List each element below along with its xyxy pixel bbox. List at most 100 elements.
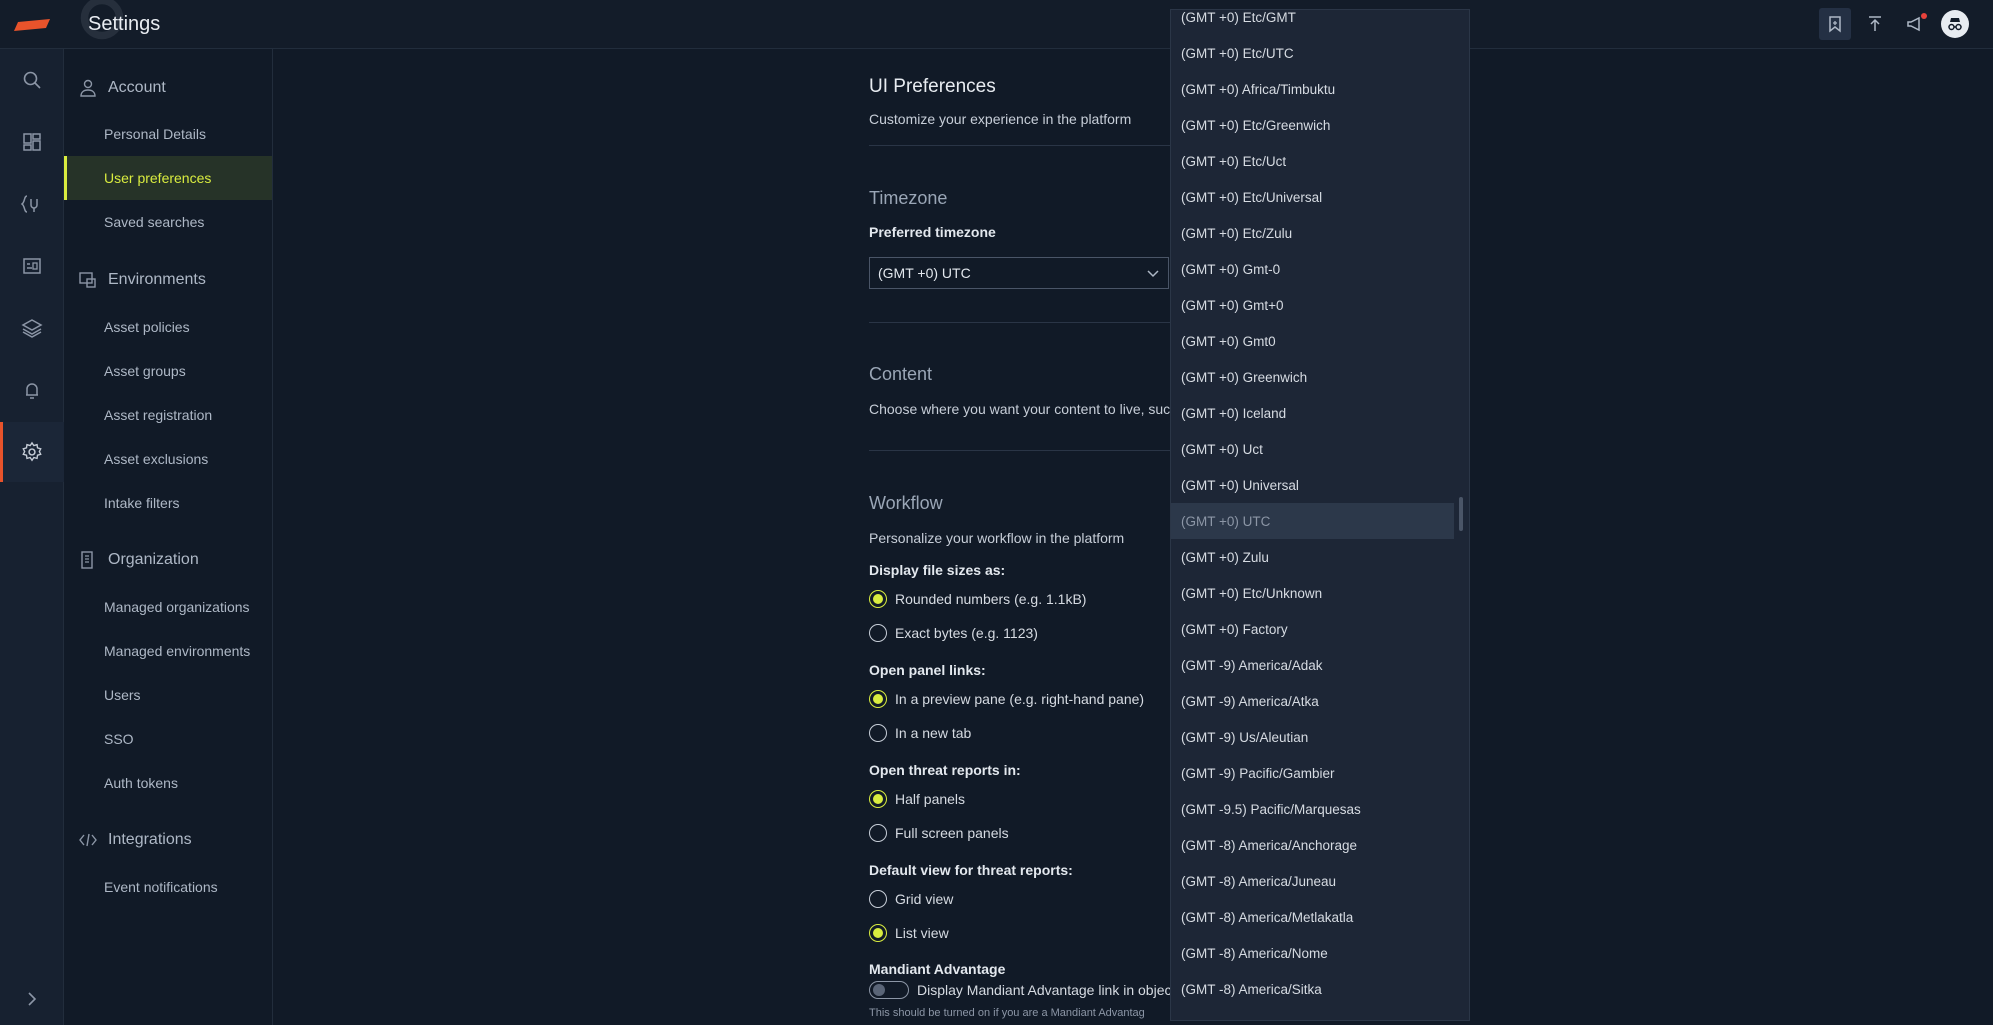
radio-label: Full screen panels	[895, 825, 1009, 841]
panel-links-label: Open panel links:	[869, 662, 986, 678]
dropdown-scrollbar[interactable]	[1459, 497, 1463, 531]
sidebar-item-managed-environments[interactable]: Managed environments	[64, 629, 272, 673]
expand-icon[interactable]	[0, 969, 64, 1025]
sidebar-item-auth-tokens[interactable]: Auth tokens	[64, 761, 272, 805]
timezone-option[interactable]: (GMT +0) Etc/Uct	[1171, 143, 1454, 179]
timezone-option[interactable]: (GMT -9) America/Atka	[1171, 683, 1454, 719]
sidebar-item-user-preferences[interactable]: User preferences	[64, 156, 272, 200]
nav-rail	[0, 49, 64, 1025]
incognito-avatar-icon[interactable]	[1941, 10, 1969, 38]
timezone-option[interactable]: (GMT +0) Gmt-0	[1171, 251, 1454, 287]
brand-logo-icon[interactable]	[14, 19, 50, 31]
radio-button[interactable]	[869, 824, 887, 842]
timezone-option[interactable]: (GMT +0) Etc/GMT	[1171, 10, 1454, 35]
timezone-option[interactable]: (GMT +0) Factory	[1171, 611, 1454, 647]
radio-preview-pane[interactable]: In a preview pane (e.g. right-hand pane)	[869, 690, 1144, 708]
timezone-option[interactable]: (GMT -8) America/Anchorage	[1171, 827, 1454, 863]
radio-button[interactable]	[869, 890, 887, 908]
dashboard-icon[interactable]	[0, 112, 64, 172]
sidebar-item-saved-searches[interactable]: Saved searches	[64, 200, 272, 244]
code-icon[interactable]	[0, 174, 64, 234]
search-icon[interactable]	[0, 50, 64, 110]
divider	[869, 145, 1199, 146]
upload-icon[interactable]	[1859, 8, 1891, 40]
mandiant-toggle[interactable]	[869, 981, 909, 999]
sidebar-item-sso[interactable]: SSO	[64, 717, 272, 761]
sidebar-item-users[interactable]: Users	[64, 673, 272, 717]
radio-label: Exact bytes (e.g. 1123)	[895, 625, 1038, 641]
timezone-option[interactable]: (GMT -9.5) Pacific/Marquesas	[1171, 791, 1454, 827]
sidebar-item-asset-exclusions[interactable]: Asset exclusions	[64, 437, 272, 481]
radio-full-screen-panels[interactable]: Full screen panels	[869, 824, 1009, 842]
radio-button-checked[interactable]	[869, 590, 887, 608]
radio-label: Half panels	[895, 791, 966, 807]
timezone-option[interactable]: (GMT -8) America/Juneau	[1171, 863, 1454, 899]
building-icon	[81, 551, 93, 569]
sidebar-item-asset-groups[interactable]: Asset groups	[64, 349, 272, 393]
bell-icon[interactable]	[0, 360, 64, 420]
radio-half-panels[interactable]: Half panels	[869, 790, 965, 808]
timezone-option[interactable]: (GMT -8) America/Yakutat	[1171, 1007, 1454, 1021]
timezone-dropdown-list[interactable]: (GMT +0) Etc/GMT (GMT +0) Etc/UTC (GMT +0)…	[1170, 9, 1470, 1021]
timezone-option[interactable]: (GMT -8) America/Nome	[1171, 935, 1454, 971]
sidebar-item-event-notifications[interactable]: Event notifications	[64, 865, 272, 909]
timezone-option[interactable]: (GMT -9) Pacific/Gambier	[1171, 755, 1454, 791]
mandiant-note: This should be turned on if you are a Ma…	[869, 1007, 1145, 1019]
gear-icon[interactable]	[0, 422, 64, 482]
top-actions	[1819, 8, 1971, 40]
timezone-option[interactable]: (GMT +0) Iceland	[1171, 395, 1454, 431]
timezone-option[interactable]: (GMT +0) Etc/Greenwich	[1171, 107, 1454, 143]
timezone-option[interactable]: (GMT -8) America/Sitka	[1171, 971, 1454, 1007]
megaphone-icon[interactable]	[1899, 8, 1931, 40]
timezone-option[interactable]: (GMT +0) Etc/Zulu	[1171, 215, 1454, 251]
sidebar-item-personal-details[interactable]: Personal Details	[64, 112, 272, 156]
mandiant-label: Mandiant Advantage	[869, 961, 1006, 977]
sidebar-section-environments: Environments	[64, 270, 206, 290]
timezone-option[interactable]: (GMT +0) Gmt0	[1171, 323, 1454, 359]
timezone-option[interactable]: (GMT +0) Greenwich	[1171, 359, 1454, 395]
timezone-option[interactable]: (GMT +0) UTC	[1171, 503, 1454, 539]
timezone-option[interactable]: (GMT +0) Universal	[1171, 467, 1454, 503]
settings-sidebar: Account Personal Details User preference…	[64, 49, 273, 1025]
radio-exact-bytes[interactable]: Exact bytes (e.g. 1123)	[869, 624, 1038, 642]
main-content: UI Preferences Customize your experience…	[273, 49, 1993, 1025]
timezone-option[interactable]: (GMT -9) Us/Aleutian	[1171, 719, 1454, 755]
radio-label: List view	[895, 925, 949, 941]
radio-button-checked[interactable]	[869, 690, 887, 708]
timezone-option[interactable]: (GMT +0) Etc/UTC	[1171, 35, 1454, 71]
mandiant-toggle-row[interactable]: Display Mandiant Advantage link in objec	[869, 981, 1172, 999]
report-icon[interactable]	[0, 236, 64, 296]
timezone-option[interactable]: (GMT +0) Zulu	[1171, 539, 1454, 575]
top-bar: Settings	[0, 0, 1993, 49]
radio-button-checked[interactable]	[869, 924, 887, 942]
timezone-option[interactable]: (GMT -9) America/Adak	[1171, 647, 1454, 683]
timezone-option[interactable]: (GMT +0) Africa/Timbuktu	[1171, 71, 1454, 107]
divider	[869, 322, 1199, 323]
user-menu[interactable]	[1939, 8, 1971, 40]
radio-new-tab[interactable]: In a new tab	[869, 724, 971, 742]
sidebar-item-managed-organizations[interactable]: Managed organizations	[64, 585, 272, 629]
radio-label: In a preview pane (e.g. right-hand pane)	[895, 691, 1145, 707]
code-brackets-icon	[79, 833, 97, 847]
layers-icon[interactable]	[0, 298, 64, 358]
timezone-option[interactable]: (GMT +0) Uct	[1171, 431, 1454, 467]
radio-rounded-numbers[interactable]: Rounded numbers (e.g. 1.1kB)	[869, 590, 1086, 608]
bookmark-icon[interactable]	[1819, 8, 1851, 40]
timezone-heading: Timezone	[869, 188, 948, 208]
radio-button[interactable]	[869, 724, 887, 742]
radio-label: Rounded numbers (e.g. 1.1kB)	[895, 591, 1087, 607]
radio-button-checked[interactable]	[869, 790, 887, 808]
radio-list-view[interactable]: List view	[869, 924, 949, 942]
timezone-select[interactable]: (GMT +0) UTC	[869, 257, 1169, 289]
sidebar-item-asset-registration[interactable]: Asset registration	[64, 393, 272, 437]
radio-button[interactable]	[869, 624, 887, 642]
timezone-option[interactable]: (GMT +0) Etc/Universal	[1171, 179, 1454, 215]
sidebar-item-intake-filters[interactable]: Intake filters	[64, 481, 272, 525]
toggle-label: Display Mandiant Advantage link in objec	[917, 982, 1172, 998]
timezone-option[interactable]: (GMT -8) America/Metlakatla	[1171, 899, 1454, 935]
radio-label: In a new tab	[895, 725, 972, 741]
timezone-option[interactable]: (GMT +0) Gmt+0	[1171, 287, 1454, 323]
radio-grid-view[interactable]: Grid view	[869, 890, 953, 908]
sidebar-item-asset-policies[interactable]: Asset policies	[64, 305, 272, 349]
timezone-option[interactable]: (GMT +0) Etc/Unknown	[1171, 575, 1454, 611]
